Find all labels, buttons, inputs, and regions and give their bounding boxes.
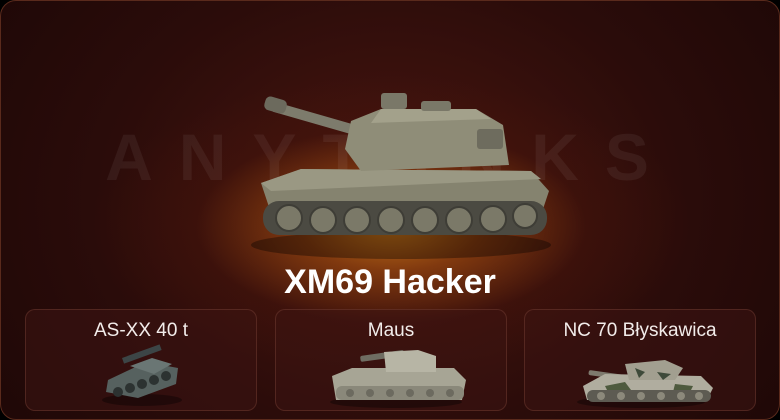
reward-slot[interactable]: AS-XX 40 t	[25, 309, 257, 411]
reward-card: ANYTANKS XM69 Hacker AS-XX 40 t	[0, 0, 780, 420]
tank-as-xx-40t-icon	[102, 344, 182, 406]
tank-nc70-icon	[577, 360, 713, 408]
reward-name: AS-XX 40 t	[94, 320, 188, 341]
reward-name: NC 70 Błyskawica	[563, 320, 717, 341]
reward-name: Maus	[367, 320, 415, 341]
reward-slot[interactable]: Maus	[275, 309, 507, 411]
featured-tank-image	[251, 93, 551, 259]
featured-tank-name: XM69 Hacker	[284, 263, 496, 301]
tank-maus-icon	[330, 350, 466, 408]
reward-slot[interactable]: NC 70 Błyskawica	[524, 309, 756, 411]
